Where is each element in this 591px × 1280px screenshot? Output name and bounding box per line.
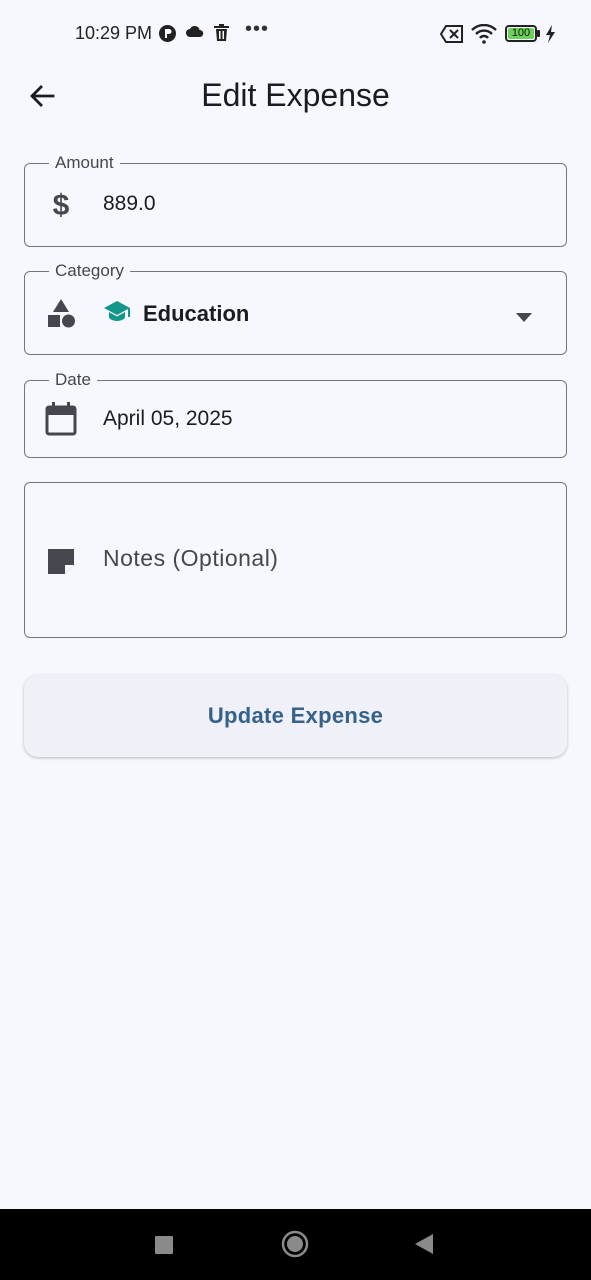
notes-field[interactable]: Notes (Optional) bbox=[24, 482, 567, 638]
date-field[interactable]: Date April 05, 2025 bbox=[24, 369, 567, 458]
category-dropdown[interactable]: Category Education bbox=[24, 260, 567, 355]
status-time: 10:29 PM bbox=[75, 23, 153, 43]
calendar-icon bbox=[43, 401, 79, 437]
p-icon bbox=[158, 24, 177, 48]
chevron-down-icon bbox=[516, 309, 532, 327]
date-value[interactable]: April 05, 2025 bbox=[103, 407, 233, 431]
category-value: Education bbox=[143, 300, 250, 326]
app-bar: Edit Expense bbox=[0, 68, 591, 126]
wifi-icon bbox=[471, 23, 497, 49]
status-bar: 10:29 PM ••• 100 bbox=[0, 0, 591, 68]
edit-expense-screen: 10:29 PM ••• 100 Edit Expense Amount $ 8… bbox=[0, 0, 591, 1280]
system-nav-bar bbox=[0, 1209, 591, 1280]
svg-text:$: $ bbox=[53, 189, 70, 221]
sim-off-icon bbox=[439, 24, 464, 49]
category-selected: Education bbox=[103, 298, 249, 329]
dollar-icon: $ bbox=[43, 187, 79, 223]
home-circle-icon[interactable] bbox=[281, 1230, 309, 1263]
charging-bolt-icon bbox=[545, 25, 556, 48]
shapes-icon bbox=[43, 295, 79, 331]
amount-input[interactable]: 889.0 bbox=[103, 192, 156, 216]
amount-field[interactable]: Amount $ 889.0 bbox=[24, 152, 567, 247]
cloud-icon bbox=[185, 24, 205, 45]
date-label: Date bbox=[49, 369, 97, 391]
amount-label: Amount bbox=[49, 152, 120, 174]
graduation-cap-icon bbox=[103, 298, 131, 329]
battery-tip bbox=[537, 30, 540, 37]
trash-icon bbox=[213, 24, 230, 47]
recents-square-icon[interactable] bbox=[154, 1235, 174, 1260]
battery-level: 100 bbox=[508, 28, 534, 39]
back-triangle-icon[interactable] bbox=[414, 1233, 434, 1260]
battery-icon: 100 bbox=[505, 25, 537, 42]
more-notifications-icon: ••• bbox=[245, 18, 270, 40]
update-expense-button[interactable]: Update Expense bbox=[24, 675, 567, 757]
note-icon bbox=[43, 543, 79, 579]
category-label: Category bbox=[49, 260, 130, 282]
page-title: Edit Expense bbox=[201, 77, 390, 113]
notes-input[interactable]: Notes (Optional) bbox=[103, 545, 278, 572]
